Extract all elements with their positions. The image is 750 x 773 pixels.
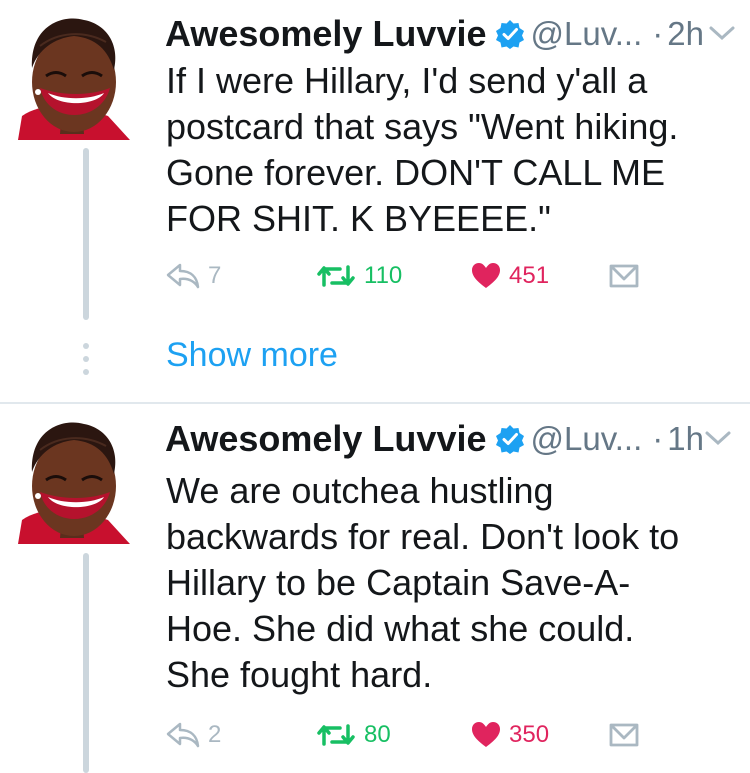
tweet-text-line: We are outchea hustling [166,470,554,511]
like-button[interactable]: 350 [471,715,549,755]
retweet-icon [316,722,356,748]
thread-line [83,553,89,773]
heart-icon [471,262,501,290]
tweet[interactable]: Awesomely Luvvie @Luv... · 1h We are outc… [0,405,750,773]
reply-icon [166,263,200,289]
direct-message-icon [608,263,640,289]
handle[interactable]: @Luv... [531,420,643,458]
avatar[interactable] [18,12,130,140]
handle[interactable]: @Luv... [531,15,643,53]
timestamp[interactable]: 1h [667,420,704,457]
show-more-link[interactable]: Show more [166,336,338,375]
reply-icon [166,722,200,748]
retweet-icon [316,263,356,289]
retweet-button[interactable]: 80 [316,715,391,755]
reply-count: 2 [208,721,222,748]
retweet-count: 80 [364,721,391,748]
tweet-text-line: Gone forever. DON'T CALL ME [166,152,666,193]
divider [0,402,750,404]
direct-message-icon [608,722,640,748]
reply-count: 7 [208,262,222,289]
tweet-text-line: Hillary to be Captain Save-A- [166,562,631,603]
timestamp[interactable]: 2h [667,15,704,52]
like-button[interactable]: 451 [471,256,549,296]
tweet-header: Awesomely Luvvie @Luv... · 2h [165,13,704,55]
tweet-actions: 2 80 350 [166,715,726,755]
tweet-text: We are outchea hustling backwards for re… [166,468,741,698]
chevron-down-icon[interactable] [708,24,736,42]
avatar[interactable] [18,416,130,544]
tweet-header: Awesomely Luvvie @Luv... · 1h [165,418,704,460]
display-name[interactable]: Awesomely Luvvie [165,13,487,55]
retweet-count: 110 [364,262,403,289]
verified-badge-icon [495,19,525,49]
chevron-down-icon[interactable] [704,429,732,447]
reply-button[interactable]: 7 [166,256,221,296]
tweet-text-line: She fought hard. [166,654,433,695]
tweet-text-line: FOR SHIT. K BYEEEE." [166,198,551,239]
reply-button[interactable]: 2 [166,715,221,755]
more-dots-icon [82,342,90,376]
direct-message-button[interactable] [608,715,640,755]
direct-message-button[interactable] [608,256,640,296]
tweet-text-line: If I were Hillary, I'd send y'all a [166,60,648,101]
verified-badge-icon [495,424,525,454]
tweet[interactable]: Awesomely Luvvie @Luv... · 2h If I were H… [0,0,750,402]
like-count: 350 [509,721,550,748]
tweet-text-line: postcard that says "Went hiking. [166,106,679,147]
tweet-text-line: backwards for real. Don't look to [166,516,680,557]
tweet-actions: 7 110 451 [166,256,726,296]
retweet-button[interactable]: 110 [316,256,402,296]
tweet-text-line: Hoe. She did what she could. [166,608,635,649]
heart-icon [471,721,501,749]
thread-line [83,148,89,320]
display-name[interactable]: Awesomely Luvvie [165,418,487,460]
like-count: 451 [509,262,550,289]
tweet-text: If I were Hillary, I'd send y'all a post… [166,58,741,242]
